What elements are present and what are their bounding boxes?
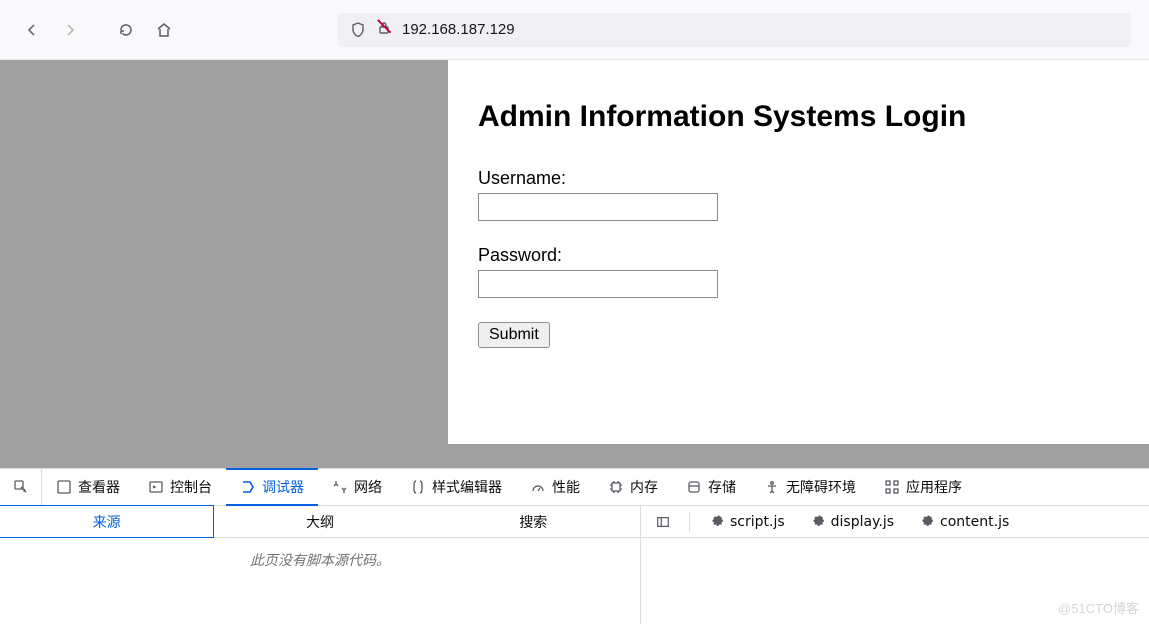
- sources-empty-message: 此页没有脚本源代码。: [0, 538, 640, 624]
- script-tab-1-label: display.js: [831, 514, 894, 530]
- tab-inspector-label: 查看器: [78, 477, 120, 497]
- extension-icon: [813, 515, 827, 529]
- devtools-panel: 查看器 控制台 调试器 网络 样式编辑器 性能 内存 存储: [0, 468, 1149, 624]
- tab-inspector[interactable]: 查看器: [42, 469, 134, 505]
- password-input[interactable]: [478, 270, 718, 298]
- element-picker-button[interactable]: [0, 469, 42, 505]
- watermark: @51CTO博客: [1058, 598, 1139, 617]
- insecure-lock-icon: [376, 20, 392, 40]
- tab-storage[interactable]: 存储: [672, 469, 750, 505]
- tab-console-label: 控制台: [170, 477, 212, 497]
- password-label: Password:: [478, 245, 1119, 266]
- tab-performance[interactable]: 性能: [516, 469, 594, 505]
- script-tab-2[interactable]: content.js: [912, 514, 1019, 530]
- tab-performance-label: 性能: [552, 477, 580, 497]
- tab-style-editor-label: 样式编辑器: [432, 477, 502, 497]
- tab-style-editor[interactable]: 样式编辑器: [396, 469, 516, 505]
- address-bar[interactable]: 192.168.187.129: [338, 13, 1131, 47]
- extension-icon: [922, 515, 936, 529]
- script-tab-0[interactable]: script.js: [702, 514, 795, 530]
- subtab-outline[interactable]: 大纲: [213, 506, 426, 537]
- tab-application[interactable]: 应用程序: [870, 469, 976, 505]
- login-panel: Admin Information Systems Login Username…: [448, 60, 1149, 444]
- subtab-search-label: 搜索: [519, 512, 547, 532]
- tab-network[interactable]: 网络: [318, 469, 396, 505]
- devtools-body: 来源 大纲 搜索 此页没有脚本源代码。 script.js: [0, 506, 1149, 624]
- username-input[interactable]: [478, 193, 718, 221]
- tab-memory[interactable]: 内存: [594, 469, 672, 505]
- page-viewport: Admin Information Systems Login Username…: [0, 60, 1149, 468]
- devtools-left-pane: 来源 大纲 搜索 此页没有脚本源代码。: [0, 506, 641, 624]
- tab-debugger-label: 调试器: [262, 477, 304, 497]
- script-tab-1[interactable]: display.js: [803, 514, 904, 530]
- subtab-search[interactable]: 搜索: [427, 506, 640, 537]
- tab-network-label: 网络: [354, 477, 382, 497]
- shield-icon: [350, 22, 366, 38]
- home-button[interactable]: [150, 16, 178, 44]
- tab-debugger[interactable]: 调试器: [226, 468, 318, 506]
- username-label: Username:: [478, 168, 1119, 189]
- toggle-panel-button[interactable]: [649, 515, 677, 529]
- script-tab-0-label: script.js: [730, 514, 785, 530]
- browser-toolbar: 192.168.187.129: [0, 0, 1149, 60]
- tab-memory-label: 内存: [630, 477, 658, 497]
- submit-button[interactable]: Submit: [478, 322, 550, 348]
- script-tab-2-label: content.js: [940, 514, 1009, 530]
- tab-accessibility[interactable]: 无障碍环境: [750, 469, 870, 505]
- tab-storage-label: 存储: [708, 477, 736, 497]
- debugger-subtabs: 来源 大纲 搜索: [0, 506, 640, 538]
- script-tab-bar: script.js display.js content.js: [641, 506, 1149, 538]
- back-button[interactable]: [18, 16, 46, 44]
- tab-accessibility-label: 无障碍环境: [786, 477, 856, 497]
- subtab-sources-label: 来源: [93, 512, 121, 532]
- tab-application-label: 应用程序: [906, 477, 962, 497]
- page-title: Admin Information Systems Login: [478, 100, 1119, 134]
- url-text: 192.168.187.129: [402, 21, 515, 38]
- extension-icon: [712, 515, 726, 529]
- reload-button[interactable]: [112, 16, 140, 44]
- subtab-sources[interactable]: 来源: [0, 505, 214, 538]
- subtab-outline-label: 大纲: [306, 512, 334, 532]
- devtools-tabbar: 查看器 控制台 调试器 网络 样式编辑器 性能 内存 存储: [0, 469, 1149, 506]
- tab-console[interactable]: 控制台: [134, 469, 226, 505]
- forward-button[interactable]: [56, 16, 84, 44]
